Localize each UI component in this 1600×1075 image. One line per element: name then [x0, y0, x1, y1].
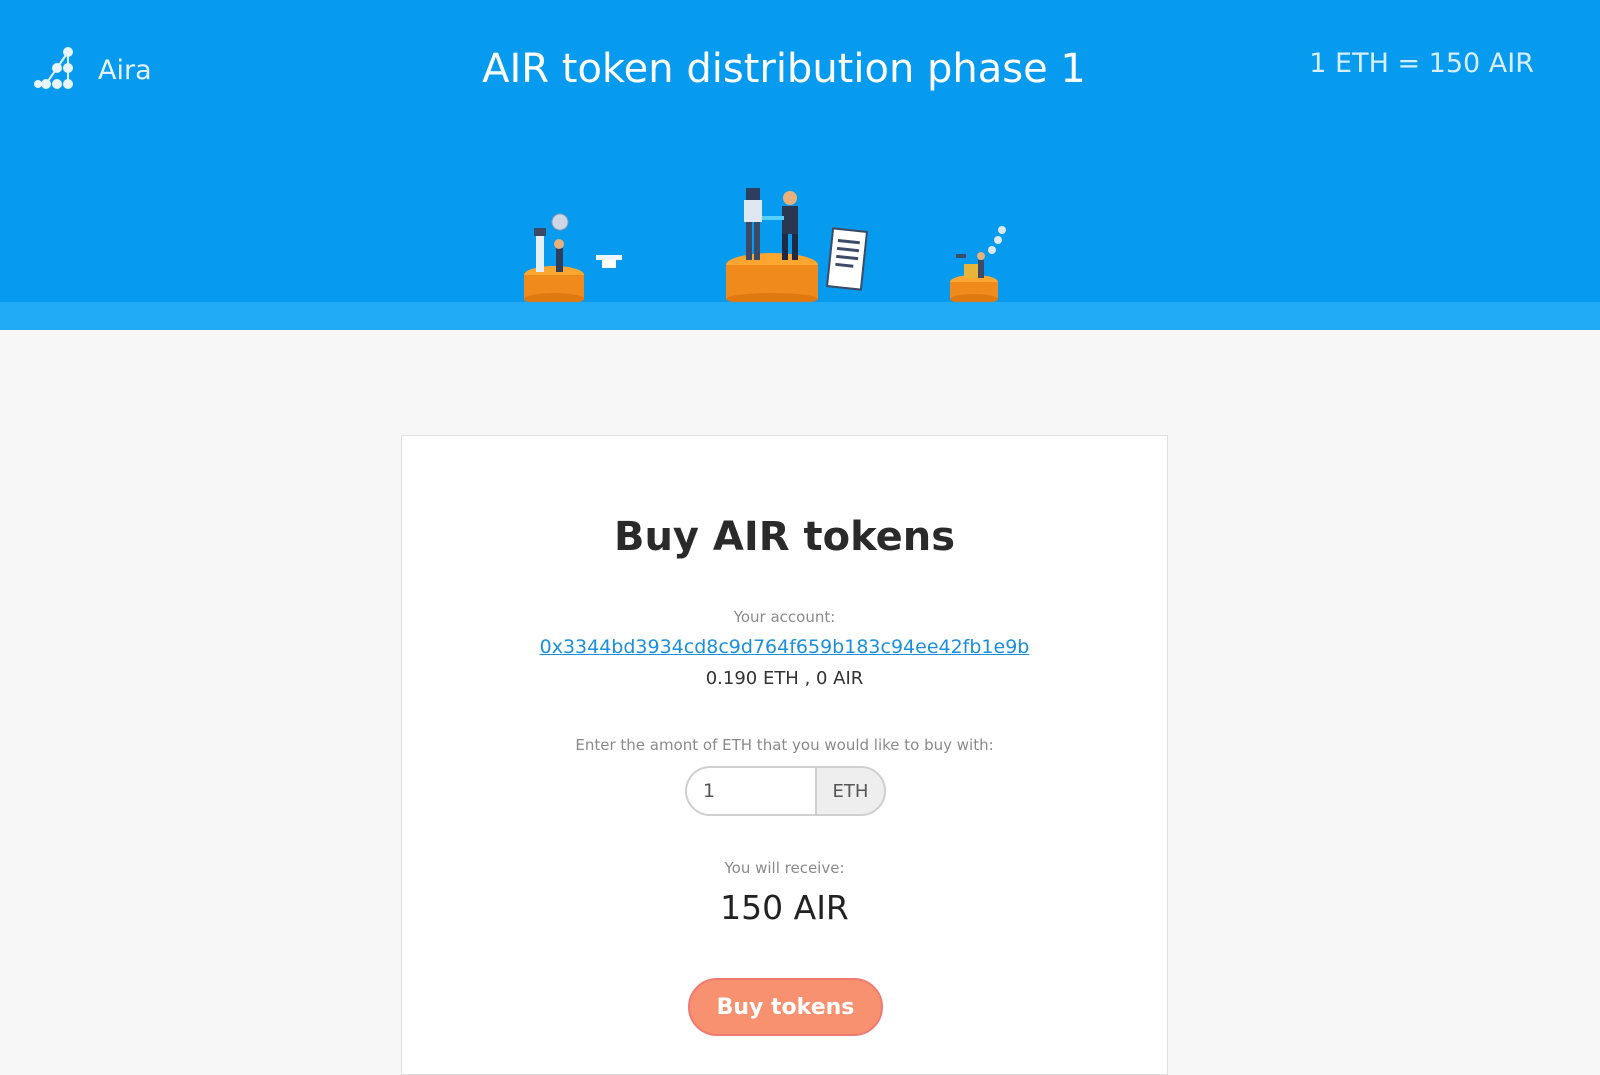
- buy-card: Buy AIR tokens Your account: 0x3344bd393…: [401, 435, 1168, 1075]
- header-strip: [0, 302, 1600, 330]
- header-banner: Aira AIR token distribution phase 1 1 ET…: [0, 0, 1600, 305]
- account-balance: 0.190 ETH , 0 AIR: [705, 668, 864, 689]
- coins-icon: [950, 226, 1006, 304]
- robot-handshake-icon: [726, 188, 818, 305]
- buy-tokens-button[interactable]: Buy tokens: [688, 978, 883, 1036]
- document-binary-icon: [825, 227, 869, 291]
- card-title: Buy AIR tokens: [613, 514, 956, 560]
- amount-input-group: ETH: [685, 766, 886, 816]
- receive-label: You will receive:: [724, 859, 845, 877]
- eth-unit-addon: ETH: [815, 766, 886, 816]
- account-label: Your account:: [733, 608, 836, 626]
- hero-illustration: [520, 180, 1040, 305]
- amount-label: Enter the amont of ETH that you would li…: [575, 736, 994, 754]
- account-address-link[interactable]: 0x3344bd3934cd8c9d764f659b183c94ee42fb1e…: [402, 636, 1167, 658]
- receive-value: 150 AIR: [720, 888, 849, 927]
- eth-amount-input[interactable]: [685, 766, 815, 816]
- exchange-rate: 1 ETH = 150 AIR: [1309, 48, 1534, 79]
- drone-icon: [524, 213, 622, 305]
